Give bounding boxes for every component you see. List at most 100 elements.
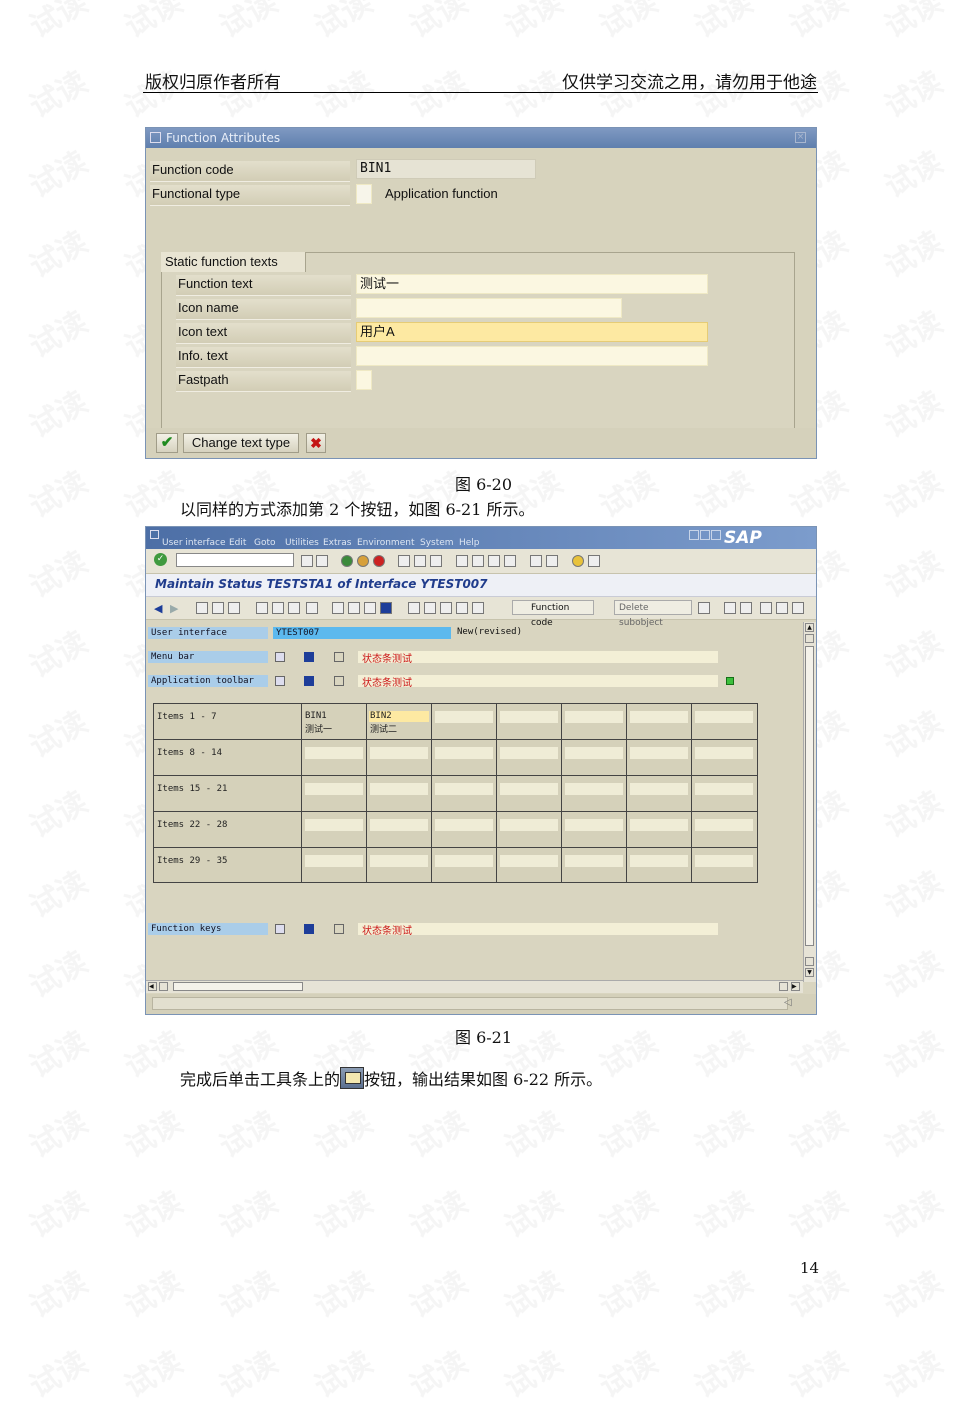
scroll-step-icon[interactable] (805, 957, 814, 966)
hierarchy-icon[interactable] (334, 652, 344, 662)
scroll-down-icon[interactable] (740, 602, 752, 614)
menu-goto[interactable]: Goto (254, 538, 276, 548)
app-toolbar-text-field[interactable] (358, 675, 718, 687)
vertical-scrollbar[interactable]: ▲ ▼ (803, 622, 816, 982)
status-expand-icon[interactable]: ◁ (784, 997, 792, 1008)
object-list-icon[interactable] (256, 602, 268, 614)
save-icon[interactable] (316, 555, 328, 567)
arrow-left-icon[interactable]: ◀ (154, 602, 166, 615)
activate-icon[interactable] (272, 602, 284, 614)
function-text-field[interactable]: 测试一 (356, 274, 708, 294)
icon-name-field[interactable] (356, 298, 622, 318)
hide-icon[interactable] (698, 602, 710, 614)
item-cell[interactable] (692, 704, 757, 740)
icon-text-field[interactable]: 用户A (356, 322, 708, 342)
check-icon[interactable] (228, 602, 240, 614)
shortcut-icon[interactable] (546, 555, 558, 567)
expand-icon[interactable] (275, 924, 285, 934)
item-cell[interactable] (562, 740, 627, 776)
item-cell[interactable] (367, 740, 432, 776)
scroll-down-arrow[interactable]: ▼ (805, 968, 814, 977)
info-text-field[interactable] (356, 346, 708, 366)
menu-system[interactable]: System (420, 538, 454, 548)
item-cell[interactable] (497, 740, 562, 776)
where-used-icon[interactable] (306, 602, 318, 614)
print-icon[interactable] (398, 555, 410, 567)
item-cell[interactable] (497, 704, 562, 740)
horizontal-scrollbar[interactable]: ◀ ▶ (146, 980, 803, 993)
active-inactive-icon[interactable] (212, 602, 224, 614)
display-change-icon[interactable] (196, 602, 208, 614)
hierarchy-icon[interactable] (334, 676, 344, 686)
scroll-up-icon[interactable] (724, 602, 736, 614)
info-icon[interactable] (380, 602, 392, 614)
test-icon[interactable] (288, 602, 300, 614)
function-code-button[interactable]: Function code (512, 600, 594, 628)
delete-icon[interactable] (472, 602, 484, 614)
close-icon[interactable]: × (795, 132, 806, 143)
item-cell[interactable] (302, 776, 367, 812)
cancel-icon[interactable] (373, 555, 385, 567)
item-cell[interactable] (562, 848, 627, 882)
insert-icon[interactable] (456, 602, 468, 614)
item-cell-bin2[interactable]: BIN2 测试二 (367, 704, 432, 740)
item-cell[interactable] (627, 812, 692, 848)
item-cell[interactable] (367, 848, 432, 882)
item-cell[interactable] (432, 776, 497, 812)
menu-utilities[interactable]: Utilities (285, 538, 319, 548)
info-icon[interactable] (304, 924, 314, 934)
last-page-icon[interactable] (504, 555, 516, 567)
expand-icon[interactable] (275, 676, 285, 686)
scroll-thumb[interactable] (805, 646, 814, 946)
item-cell[interactable] (302, 848, 367, 882)
item-cell[interactable] (692, 740, 757, 776)
item-cell[interactable] (627, 740, 692, 776)
close-icon[interactable] (711, 530, 721, 540)
menu-bar-text-field[interactable] (358, 651, 718, 663)
item-cell[interactable] (692, 812, 757, 848)
change-text-type-button[interactable]: Change text type (183, 433, 299, 453)
hierarchy-icon[interactable] (334, 924, 344, 934)
scroll-step-icon[interactable] (805, 634, 814, 643)
help-icon[interactable] (572, 555, 584, 567)
item-cell[interactable] (562, 812, 627, 848)
item-cell[interactable] (497, 848, 562, 882)
menu-environment[interactable]: Environment (357, 538, 414, 548)
find-next-icon[interactable] (430, 555, 442, 567)
copy-icon[interactable] (424, 602, 436, 614)
menu-help[interactable]: Help (459, 538, 480, 548)
menu-extras[interactable]: Extras (323, 538, 351, 548)
minimize-icon[interactable] (689, 530, 699, 540)
cancel-button[interactable]: ✖ (306, 433, 326, 453)
previous-page-icon[interactable] (472, 555, 484, 567)
first-page-icon[interactable] (456, 555, 468, 567)
item-cell[interactable] (302, 812, 367, 848)
enter-icon[interactable]: ✓ (154, 553, 167, 566)
info-icon[interactable] (304, 676, 314, 686)
item-cell[interactable] (497, 812, 562, 848)
expand-icon[interactable] (275, 652, 285, 662)
cut-icon[interactable] (408, 602, 420, 614)
command-field[interactable] (176, 553, 294, 567)
back-nav-icon[interactable] (301, 555, 313, 567)
delete-subobject-button[interactable]: Delete subobject (614, 600, 692, 628)
next-page-icon[interactable] (488, 555, 500, 567)
scroll-first-icon[interactable] (760, 602, 772, 614)
item-cell[interactable] (432, 812, 497, 848)
user-interface-field[interactable]: YTEST007 (273, 627, 451, 639)
maximize-icon[interactable] (700, 530, 710, 540)
function-code-field[interactable]: BIN1 (356, 159, 536, 179)
item-cell[interactable] (432, 848, 497, 882)
scroll-step-icon[interactable] (779, 982, 788, 991)
menu-user-interface[interactable]: User interface (162, 538, 226, 548)
item-cell[interactable] (302, 740, 367, 776)
paste-icon[interactable] (440, 602, 452, 614)
functional-type-field[interactable] (356, 184, 372, 204)
item-cell[interactable] (627, 776, 692, 812)
item-cell[interactable] (627, 704, 692, 740)
hierarchy-icon[interactable] (332, 602, 344, 614)
display-standards-icon[interactable] (364, 602, 376, 614)
item-cell[interactable] (367, 812, 432, 848)
layout-icon[interactable] (588, 555, 600, 567)
item-cell[interactable] (497, 776, 562, 812)
